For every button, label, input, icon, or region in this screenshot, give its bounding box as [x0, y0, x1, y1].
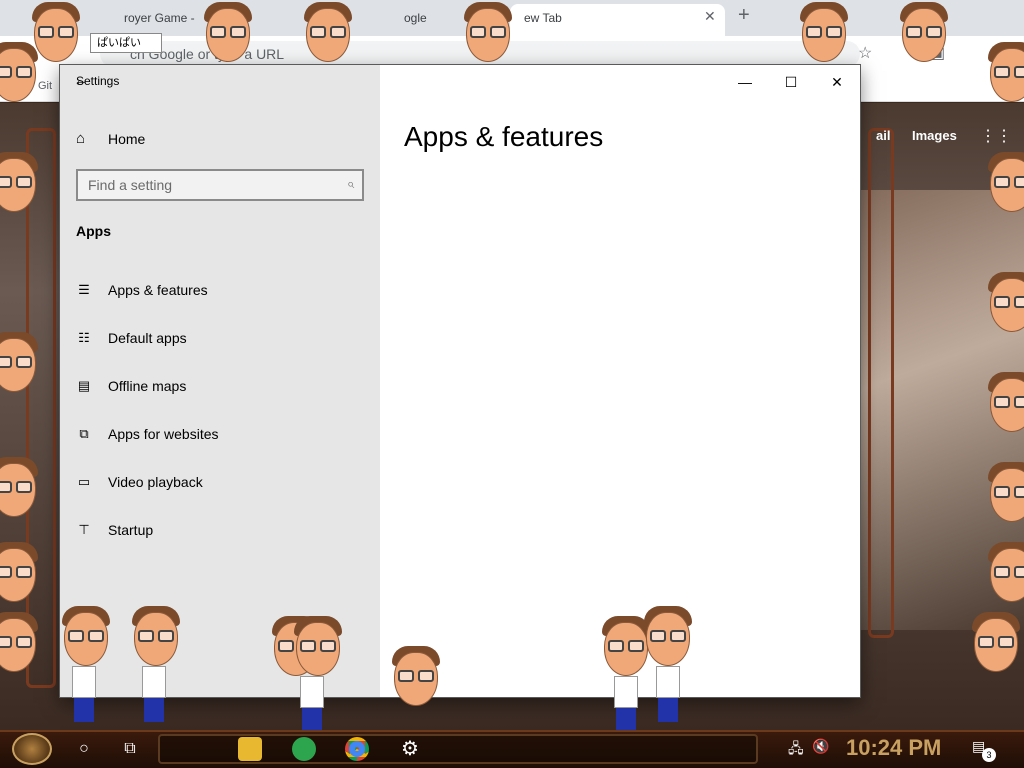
startup-icon: ⊤: [78, 522, 90, 537]
window-title: Settings: [76, 74, 120, 88]
frame-decoration: [868, 128, 894, 638]
section-title: Apps: [76, 223, 111, 239]
sidebar-item-default-apps[interactable]: ☷ Default apps: [76, 326, 187, 350]
sidebar-item-label: Video playback: [108, 474, 203, 490]
cartoon-head-decoration: [984, 460, 1024, 522]
task-view-icon[interactable]: ⧉: [116, 736, 144, 762]
open-in-icon: ⧉: [79, 426, 89, 441]
clock[interactable]: 10:24 PM: [846, 735, 941, 761]
sidebar-item-label: Offline maps: [108, 378, 187, 394]
default-apps-icon: ☷: [78, 330, 90, 345]
search-placeholder: Find a setting: [88, 177, 173, 193]
tooltip: ぱいぱい: [90, 33, 162, 53]
video-icon: ▭: [77, 474, 91, 489]
cartoon-head-decoration: [0, 150, 42, 212]
cartoon-head-decoration: [58, 604, 114, 666]
page-title: Apps & features: [404, 121, 604, 152]
cartoon-head-decoration: [0, 540, 42, 602]
desktop: royer Game - ogle ew Tab ✕ + ch Google o…: [0, 0, 1024, 768]
volume-muted-icon[interactable]: 🔇: [812, 738, 829, 755]
search-input[interactable]: Find a setting ⌕: [76, 169, 364, 201]
tab-google[interactable]: ogle: [390, 4, 440, 36]
sidebar-item-offline-maps[interactable]: ▤ Offline maps: [76, 374, 187, 398]
sidebar-item-label: Apps for websites: [108, 426, 219, 442]
cartoon-head-decoration: [0, 330, 42, 392]
images-link[interactable]: Images: [912, 128, 957, 143]
search-icon[interactable]: ⌕: [347, 176, 354, 192]
sidebar-item-apps-features[interactable]: ☰ Apps & features: [76, 278, 208, 302]
list-icon: ☰: [78, 282, 90, 297]
apps-grid-icon[interactable]: ⋮⋮: [980, 126, 1012, 146]
cartoon-head-decoration: [290, 614, 346, 676]
sidebar-item-startup[interactable]: ⊤ Startup: [76, 518, 153, 542]
gmail-link[interactable]: ail: [876, 128, 890, 143]
cartoon-body-decoration: [142, 666, 166, 722]
close-button[interactable]: ✕: [814, 69, 860, 95]
sidebar-item-label: Apps & features: [108, 282, 208, 298]
start-button[interactable]: [12, 733, 52, 765]
network-icon[interactable]: 🖧: [788, 738, 804, 762]
cartoon-head-decoration: [896, 0, 952, 62]
cartoon-head-decoration: [0, 610, 42, 672]
new-tab-button[interactable]: +: [738, 4, 750, 27]
cartoon-body-decoration: [614, 676, 638, 732]
cartoon-body-decoration: [300, 676, 324, 732]
cartoon-head-decoration: [984, 540, 1024, 602]
map-icon: ▤: [77, 378, 91, 393]
cartoon-head-decoration: [200, 0, 256, 62]
cartoon-head-decoration: [0, 455, 42, 517]
cartoon-head-decoration: [460, 0, 516, 62]
settings-gear-icon[interactable]: ⚙: [396, 736, 424, 762]
file-explorer-icon[interactable]: [238, 737, 262, 761]
home-icon: ⌂: [76, 130, 86, 147]
sidebar-item-home[interactable]: ⌂ Home: [76, 127, 145, 151]
sheets-icon[interactable]: [292, 737, 316, 761]
cartoon-head-decoration: [984, 370, 1024, 432]
cartoon-head-decoration: [984, 40, 1024, 102]
notification-count: 3: [982, 748, 996, 762]
title-bar[interactable]: ← Settings — ☐ ✕: [60, 65, 860, 97]
settings-window: ← Settings — ☐ ✕ ⌂ Home Find a setting ⌕…: [60, 65, 860, 697]
tab-new-tab[interactable]: ew Tab: [510, 4, 725, 36]
frame-decoration: [26, 128, 56, 688]
cartoon-head-decoration: [984, 270, 1024, 332]
cartoon-head-decoration: [300, 0, 356, 62]
sidebar-item-label: Startup: [108, 522, 154, 538]
cartoon-head-decoration: [0, 40, 42, 102]
sidebar-item-label: Default apps: [108, 330, 187, 346]
star-icon[interactable]: ☆: [858, 43, 872, 63]
cartoon-head-decoration: [640, 604, 696, 666]
cartoon-body-decoration: [656, 666, 680, 722]
cortana-icon[interactable]: ○: [70, 736, 98, 762]
maximize-button[interactable]: ☐: [768, 69, 814, 95]
cartoon-head-decoration: [968, 610, 1024, 672]
minimize-button[interactable]: —: [722, 69, 768, 95]
cartoon-body-decoration: [72, 666, 96, 722]
close-tab-icon[interactable]: ✕: [704, 8, 716, 25]
chrome-icon[interactable]: [345, 737, 369, 761]
sidebar-item-apps-for-websites[interactable]: ⧉ Apps for websites: [76, 422, 219, 446]
sidebar-item-video-playback[interactable]: ▭ Video playback: [76, 470, 203, 494]
home-label: Home: [108, 131, 146, 147]
cartoon-head-decoration: [388, 644, 444, 706]
cartoon-head-decoration: [128, 604, 184, 666]
cartoon-head-decoration: [796, 0, 852, 62]
cartoon-head-decoration: [984, 150, 1024, 212]
